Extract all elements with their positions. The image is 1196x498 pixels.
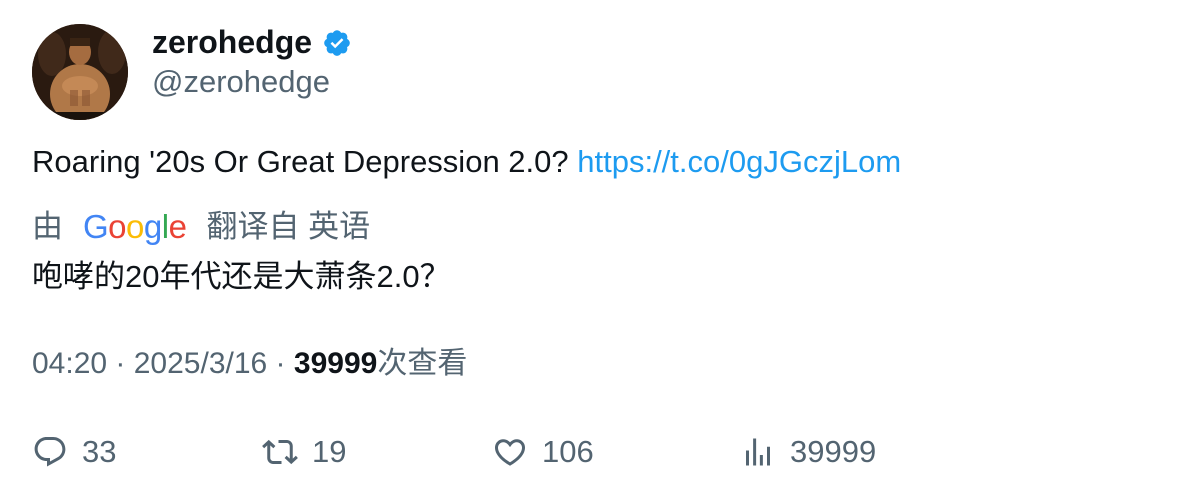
google-logo-letter: l	[161, 208, 169, 245]
views-count: 39999	[293, 347, 378, 380]
avatar[interactable]	[32, 24, 128, 120]
translation-suffix: 翻译自 英语	[206, 209, 371, 244]
retweet-button[interactable]: 19	[262, 428, 346, 476]
google-logo-letter: e	[168, 208, 187, 245]
google-logo-letter: G	[83, 208, 109, 245]
google-logo-letter: o	[126, 208, 144, 245]
tweet-text: Roaring '20s Or Great Depression 2.0? ht…	[32, 142, 901, 182]
views-label: 次查看	[377, 347, 468, 380]
google-logo: Google	[83, 207, 187, 247]
analytics-icon	[746, 438, 770, 466]
google-logo-letter: o	[108, 208, 127, 245]
tweet-meta: 04:20 · 2025/3/16 · 39999次查看	[32, 344, 467, 384]
reply-button[interactable]: 33	[32, 428, 116, 476]
heart-icon	[494, 439, 526, 466]
retweet-icon	[262, 439, 298, 465]
views-button[interactable]: 39999	[740, 428, 876, 476]
like-button[interactable]: 106	[492, 428, 594, 476]
reply-count: 33	[82, 434, 117, 469]
reply-icon	[34, 437, 66, 467]
tweet-time[interactable]: 04:20	[32, 347, 107, 380]
views-action-count: 39999	[790, 434, 877, 469]
translated-tweet-text: 咆哮的20年代还是大萧条2.0？	[32, 259, 451, 294]
like-count: 106	[542, 434, 594, 469]
verified-badge-icon	[322, 27, 352, 57]
author-handle[interactable]: @zerohedge	[152, 62, 330, 102]
author-display-name[interactable]: zerohedge	[152, 22, 312, 62]
tweet-date[interactable]: 2025/3/16	[134, 347, 267, 380]
meta-separator: ·	[267, 347, 294, 380]
translation-attribution: 由 Google 翻译自 英语	[32, 207, 370, 247]
action-bar: 33 19 106 39999	[0, 428, 1196, 476]
tweet-link[interactable]: https://t.co/0gJGczjLom	[577, 144, 901, 179]
translation-prefix: 由	[32, 209, 63, 244]
avatar-image	[32, 24, 128, 120]
tweet-body: Roaring '20s Or Great Depression 2.0?	[32, 144, 578, 179]
author-name-row[interactable]: zerohedge	[152, 22, 352, 62]
google-logo-letter: g	[143, 208, 162, 245]
meta-separator: ·	[107, 347, 134, 380]
retweet-count: 19	[312, 434, 347, 469]
